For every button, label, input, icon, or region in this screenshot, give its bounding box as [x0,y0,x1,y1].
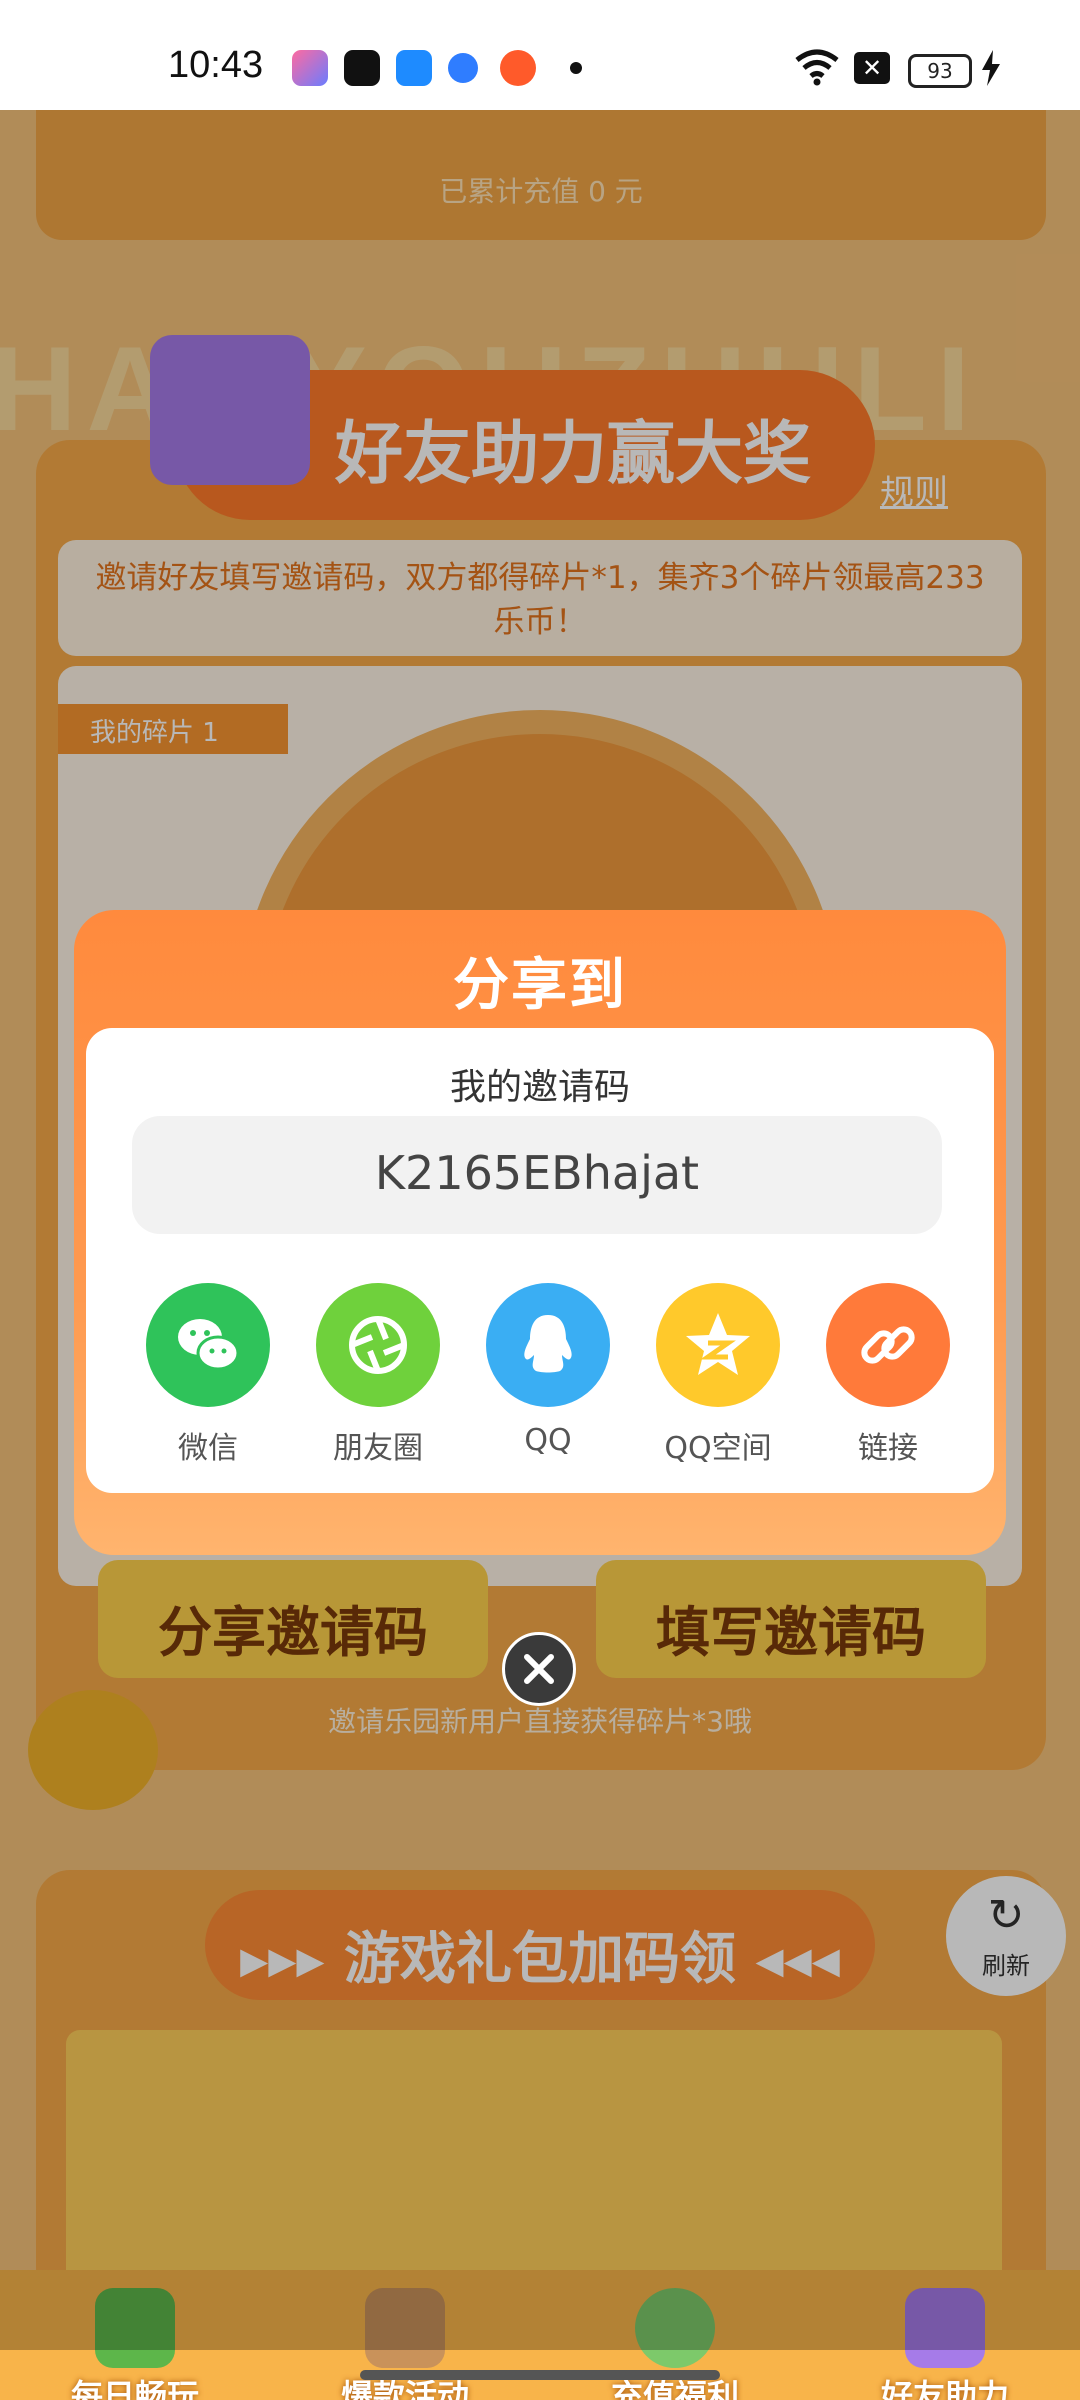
app-icon-4 [448,53,478,83]
dot-icon [570,62,582,74]
share-label-qzone: QQ空间 [664,1431,772,1466]
battery-icon: 93 [908,54,972,88]
wechat-icon [146,1283,270,1407]
link-icon [826,1283,950,1407]
charging-icon [982,50,1000,86]
status-time: 10:43 [168,44,264,86]
wifi-icon [795,49,839,86]
invite-code-value: K2165EBhajat [374,1146,700,1200]
app-icon-2 [344,50,380,86]
close-button[interactable] [502,1632,576,1706]
share-link[interactable]: 链接 [808,1283,968,1483]
moments-icon [316,1283,440,1407]
qzone-icon [656,1283,780,1407]
sim-x-icon: ✕ [854,52,890,84]
share-qzone[interactable]: QQ空间 [638,1283,798,1483]
share-dialog: 分享到 我的邀请码 K2165EBhajat 微信 朋友圈 QQ QQ空间 链接 [74,910,1006,1555]
share-label-qq: QQ [524,1423,572,1458]
share-label-link: 链接 [858,1431,918,1466]
app-icon-5 [500,50,536,86]
share-moments[interactable]: 朋友圈 [298,1283,458,1483]
nav-label-daily: 每日畅玩 享好礼 [70,2377,199,2400]
share-qq[interactable]: QQ [468,1283,628,1483]
status-bar: 10:43 ✕ 93 [0,0,1080,110]
share-label-moments: 朋友圈 [333,1431,423,1466]
share-wechat[interactable]: 微信 [128,1283,288,1483]
close-icon [524,1654,554,1684]
dialog-panel: 我的邀请码 K2165EBhajat 微信 朋友圈 QQ QQ空间 链接 [86,1028,994,1493]
invite-code-label: 我的邀请码 [449,1067,630,1108]
home-indicator[interactable] [360,2370,720,2380]
nav-label-recharge: 充值福利 大放送 [610,2377,739,2400]
dialog-title: 分享到 [453,953,627,1018]
share-label-wechat: 微信 [178,1431,238,1466]
invite-code-box[interactable]: K2165EBhajat [132,1116,942,1234]
app-icon-3 [396,50,432,86]
nav-label-hot-events: 爆款活动 派送中 [340,2377,469,2400]
qq-icon [486,1283,610,1407]
app-icon-1 [292,50,328,86]
nav-label-friend-assist: 好友助力 赢大奖 [880,2377,1009,2400]
